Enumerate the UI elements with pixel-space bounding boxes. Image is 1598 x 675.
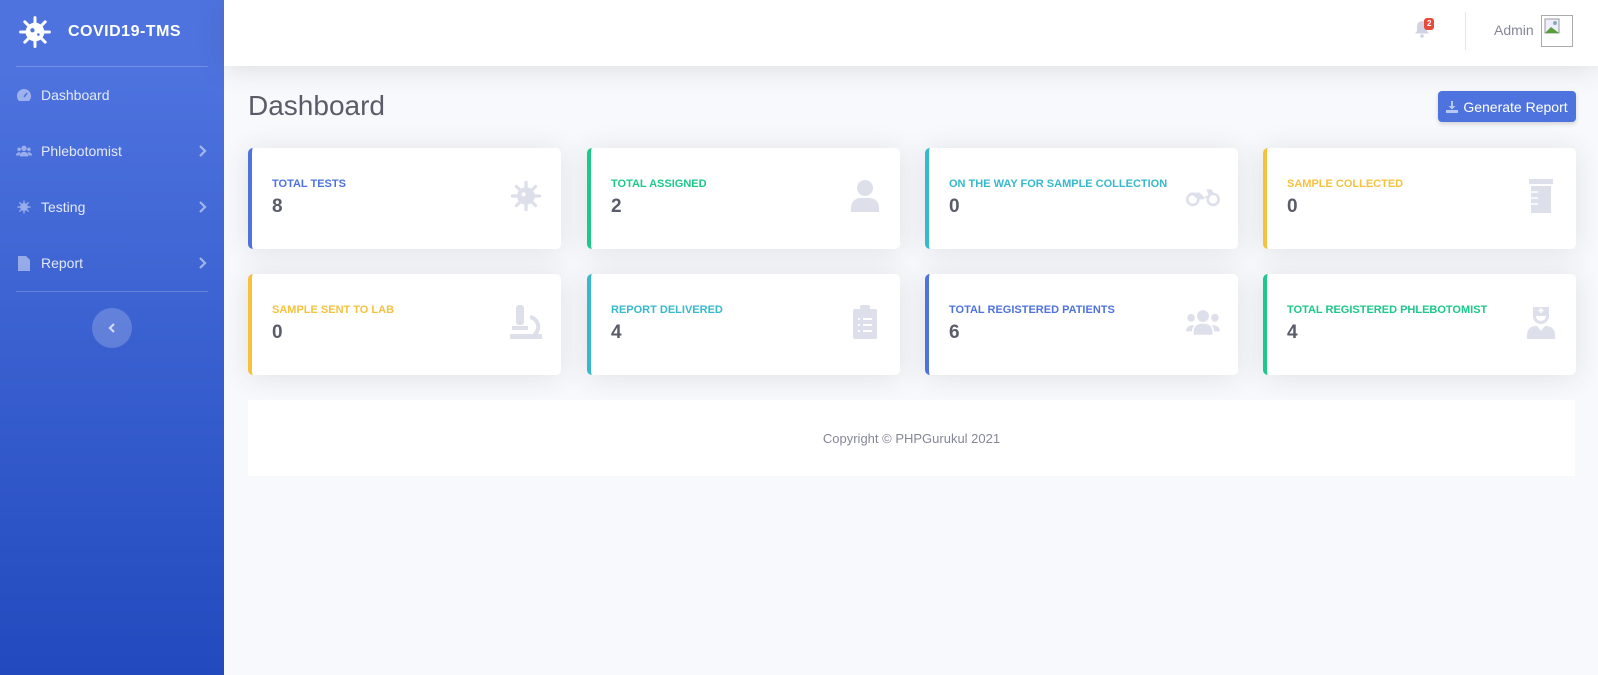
card-value: 0 (1287, 196, 1298, 217)
card-title: Sample Collected (1287, 178, 1404, 190)
sidebar-item-label: Dashboard (41, 87, 110, 103)
card-title: On The Way For Sample Collection (949, 178, 1168, 190)
sidebar-item-dashboard[interactable]: Dashboard (0, 67, 224, 123)
chevron-right-icon (199, 257, 207, 269)
avatar[interactable] (1541, 15, 1573, 47)
sidebar-toggle-button[interactable] (92, 308, 132, 348)
card-total-assigned[interactable]: Total Assigned 2 (587, 148, 900, 249)
card-registered-phlebotomist[interactable]: Total Registered Phlebotomist 4 (1263, 274, 1576, 375)
chevron-left-icon (108, 323, 115, 333)
user-name[interactable]: Admin (1494, 22, 1534, 38)
generate-report-button[interactable]: Generate Report (1438, 91, 1576, 122)
card-value: 2 (611, 196, 622, 217)
file-icon (16, 255, 32, 271)
card-on-the-way[interactable]: On The Way For Sample Collection 0 (925, 148, 1238, 249)
sidebar: COVID19-TMS Dashboard Phlebotomist Testi… (0, 0, 224, 675)
sidebar-item-phlebotomist[interactable]: Phlebotomist (0, 123, 224, 179)
generate-report-label: Generate Report (1463, 98, 1568, 115)
vial-icon (1524, 178, 1558, 214)
card-registered-patients[interactable]: Total Registered Patients 6 (925, 274, 1238, 375)
copyright-text: Copyright © PHPGurukul 2021 (822, 430, 1001, 446)
sidebar-divider (16, 291, 208, 292)
card-total-tests[interactable]: Total Tests 8 (248, 148, 561, 249)
card-value: 8 (272, 196, 283, 217)
download-icon (1446, 100, 1459, 113)
card-value: 0 (949, 196, 960, 217)
notifications-button[interactable]: 2 (1414, 18, 1435, 42)
topbar-divider (1465, 12, 1466, 50)
page-title: Dashboard (248, 90, 385, 121)
user-icon (848, 178, 882, 214)
virus-icon (19, 16, 51, 48)
sidebar-item-label: Report (41, 255, 84, 271)
card-sample-sent-to-lab[interactable]: Sample Sent To Lab 0 (248, 274, 561, 375)
card-value: 0 (272, 322, 283, 343)
chevron-right-icon (199, 201, 207, 213)
chevron-right-icon (199, 145, 207, 157)
card-value: 4 (611, 322, 622, 343)
sidebar-item-label: Testing (41, 199, 86, 215)
sidebar-item-label: Phlebotomist (41, 143, 122, 159)
users-icon (1186, 304, 1220, 340)
card-title: Total Assigned (611, 178, 707, 190)
card-title: Total Registered Phlebotomist (1287, 304, 1488, 316)
user-nurse-icon (1524, 304, 1558, 340)
card-title: Sample Sent To Lab (272, 304, 395, 316)
card-title: Report Delivered (611, 304, 723, 316)
card-report-delivered[interactable]: Report Delivered 4 (587, 274, 900, 375)
broken-image-icon (1544, 18, 1560, 34)
tachometer-icon (16, 87, 32, 103)
virus-icon (16, 199, 32, 215)
clipboard-list-icon (848, 304, 882, 340)
card-value: 4 (1287, 322, 1298, 343)
card-value: 6 (949, 322, 960, 343)
brand-name: COVID19-TMS (68, 23, 182, 40)
notification-count-badge: 2 (1424, 18, 1435, 30)
footer: Copyright © PHPGurukul 2021 (248, 400, 1575, 476)
virus-icon (509, 178, 543, 214)
users-icon (16, 143, 32, 159)
sidebar-item-report[interactable]: Report (0, 235, 224, 291)
motorcycle-icon (1186, 178, 1220, 214)
topbar: 2 Admin (224, 0, 1598, 66)
microscope-icon (509, 304, 543, 340)
card-sample-collected[interactable]: Sample Collected 0 (1263, 148, 1576, 249)
sidebar-item-testing[interactable]: Testing (0, 179, 224, 235)
brand[interactable]: COVID19-TMS (0, 0, 224, 64)
card-title: Total Registered Patients (949, 304, 1115, 316)
card-title: Total Tests (272, 178, 346, 190)
